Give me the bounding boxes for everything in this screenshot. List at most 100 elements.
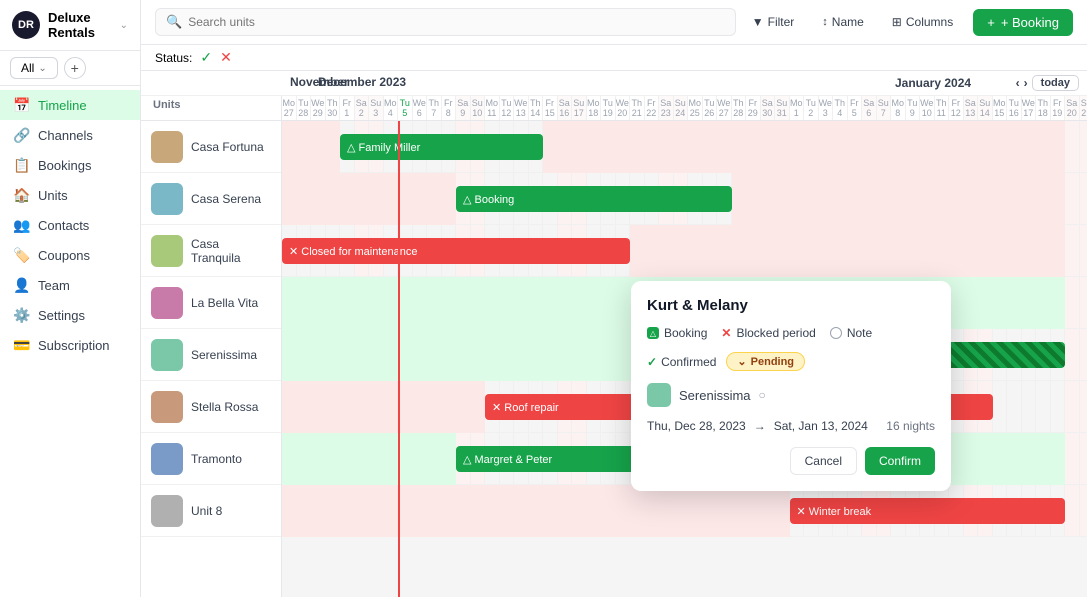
grid-cell-5-18 [543, 381, 558, 432]
day-header-18: Fr15 [543, 96, 558, 120]
status-check-icon[interactable]: ✓ [200, 49, 212, 66]
grid-cell-1-10 [427, 173, 442, 224]
unit-thumb-tramonto [151, 443, 183, 475]
sidebar-item-bookings[interactable]: 📋 Bookings [0, 150, 140, 180]
grid-cell-0-21 [587, 121, 602, 172]
grid-cell-3-16 [514, 277, 529, 328]
grid-cell-2-27 [674, 225, 689, 276]
grid-cell-7-42 [891, 485, 906, 536]
month-dec: December 2023 [310, 71, 887, 95]
grid-cell-5-15 [500, 381, 515, 432]
grid-cell-4-17 [529, 329, 544, 380]
sidebar-item-timeline[interactable]: 📅 Timeline [0, 90, 140, 120]
grid-cell-0-32 [746, 121, 761, 172]
bookings-icon: 📋 [14, 157, 30, 173]
grid-cell-2-34 [775, 225, 790, 276]
grid-cell-7-51 [1022, 485, 1037, 536]
grid-cell-7-26 [659, 485, 674, 536]
status-pending-badge[interactable]: ⌄ Pending [726, 352, 805, 371]
grid-cell-4-19 [558, 329, 573, 380]
grid-cell-4-21 [587, 329, 602, 380]
grid-cell-2-49 [993, 225, 1008, 276]
popup-legend: △ Booking ✕ Blocked period Note [647, 326, 935, 340]
sidebar-item-units[interactable]: 🏠 Units [0, 180, 140, 210]
popup-unit-edit-icon[interactable]: ○ [759, 388, 766, 402]
grid-cell-0-36 [804, 121, 819, 172]
grid-cell-1-1 [297, 173, 312, 224]
grid-cell-3-3 [326, 277, 341, 328]
grid-cell-1-50 [1007, 173, 1022, 224]
grid-cell-1-24 [630, 173, 645, 224]
grid-cell-0-2 [311, 121, 326, 172]
status-x-icon[interactable]: ✕ [220, 49, 232, 66]
grid-cell-7-46 [949, 485, 964, 536]
grid-cell-2-52 [1036, 225, 1051, 276]
pending-chevron-icon: ⌄ [737, 355, 746, 368]
grid-cell-7-23 [616, 485, 631, 536]
sidebar-header: DR Deluxe Rentals ⌄ [0, 0, 140, 51]
grid-cell-3-8 [398, 277, 413, 328]
grid-cell-7-2 [311, 485, 326, 536]
grid-cell-1-35 [790, 173, 805, 224]
cancel-button[interactable]: Cancel [790, 447, 857, 475]
popup-dates: Thu, Dec 28, 2023 → Sat, Jan 13, 2024 16… [647, 419, 935, 433]
unit-row-casa-fortuna: Casa Fortuna [141, 121, 281, 173]
sidebar-item-settings[interactable]: ⚙️ Settings [0, 300, 140, 330]
grid-cell-1-5 [355, 173, 370, 224]
grid-cell-7-28 [688, 485, 703, 536]
grid-cell-4-53 [1051, 329, 1066, 380]
grid-cell-7-7 [384, 485, 399, 536]
grid-cell-6-11 [442, 433, 457, 484]
grid-cell-6-52 [1036, 433, 1051, 484]
sidebar-item-contacts[interactable]: 👥 Contacts [0, 210, 140, 240]
grid-cell-2-48 [978, 225, 993, 276]
confirm-button[interactable]: Confirm [865, 447, 935, 475]
grid-cell-0-4 [340, 121, 355, 172]
grid-cell-7-16 [514, 485, 529, 536]
grid-cell-4-13 [471, 329, 486, 380]
add-view-btn[interactable]: + [64, 57, 86, 79]
grid-cell-3-4 [340, 277, 355, 328]
unit-name-tramonto: Tramonto [191, 452, 242, 466]
all-filter[interactable]: All ⌄ [10, 57, 58, 79]
sidebar-item-label-timeline: Timeline [38, 98, 87, 113]
grid-cell-1-14 [485, 173, 500, 224]
grid-cell-2-13 [471, 225, 486, 276]
grid-cell-1-45 [935, 173, 950, 224]
grid-cell-7-32 [746, 485, 761, 536]
days-header-row: Units Mo27Tu28We29Th30Fr1Sa2Su3Mo4Tu5We6… [141, 96, 1087, 120]
day-header-13: Su10 [471, 96, 486, 120]
grid-cell-2-24 [630, 225, 645, 276]
day-header-2: We29 [311, 96, 326, 120]
grid-cell-2-42 [891, 225, 906, 276]
day-header-14: Mo11 [485, 96, 500, 120]
grid-cell-1-29 [703, 173, 718, 224]
search-bar[interactable]: 🔍 [155, 8, 736, 36]
grid-cell-7-41 [877, 485, 892, 536]
grid-cell-1-43 [906, 173, 921, 224]
today-btn[interactable]: today [1032, 75, 1079, 91]
new-booking-button[interactable]: + + Booking [973, 9, 1073, 36]
prev-btn[interactable]: ‹ [1016, 76, 1020, 90]
search-input[interactable] [188, 15, 725, 29]
grid-cell-7-11 [442, 485, 457, 536]
sidebar-item-team[interactable]: 👤 Team [0, 270, 140, 300]
grid-cell-7-18 [543, 485, 558, 536]
sidebar-item-coupons[interactable]: 🏷️ Coupons [0, 240, 140, 270]
filter-btn[interactable]: ▼ Filter [744, 11, 803, 33]
grid-cell-4-10 [427, 329, 442, 380]
grid-cell-7-22 [601, 485, 616, 536]
sidebar-item-channels[interactable]: 🔗 Channels [0, 120, 140, 150]
grid-cell-5-7 [384, 381, 399, 432]
grid-cell-7-43 [906, 485, 921, 536]
grid-cell-5-50 [1007, 381, 1022, 432]
next-btn[interactable]: › [1024, 76, 1028, 90]
sidebar-item-subscription[interactable]: 💳 Subscription [0, 330, 140, 360]
sidebar-item-label-subscription: Subscription [38, 338, 110, 353]
grid-cell-6-14 [485, 433, 500, 484]
grid-cell-1-20 [572, 173, 587, 224]
columns-btn[interactable]: ⊞ Columns [884, 11, 961, 33]
grid-cell-1-44 [920, 173, 935, 224]
grid-cell-7-39 [848, 485, 863, 536]
name-btn[interactable]: ↕ Name [814, 11, 872, 33]
